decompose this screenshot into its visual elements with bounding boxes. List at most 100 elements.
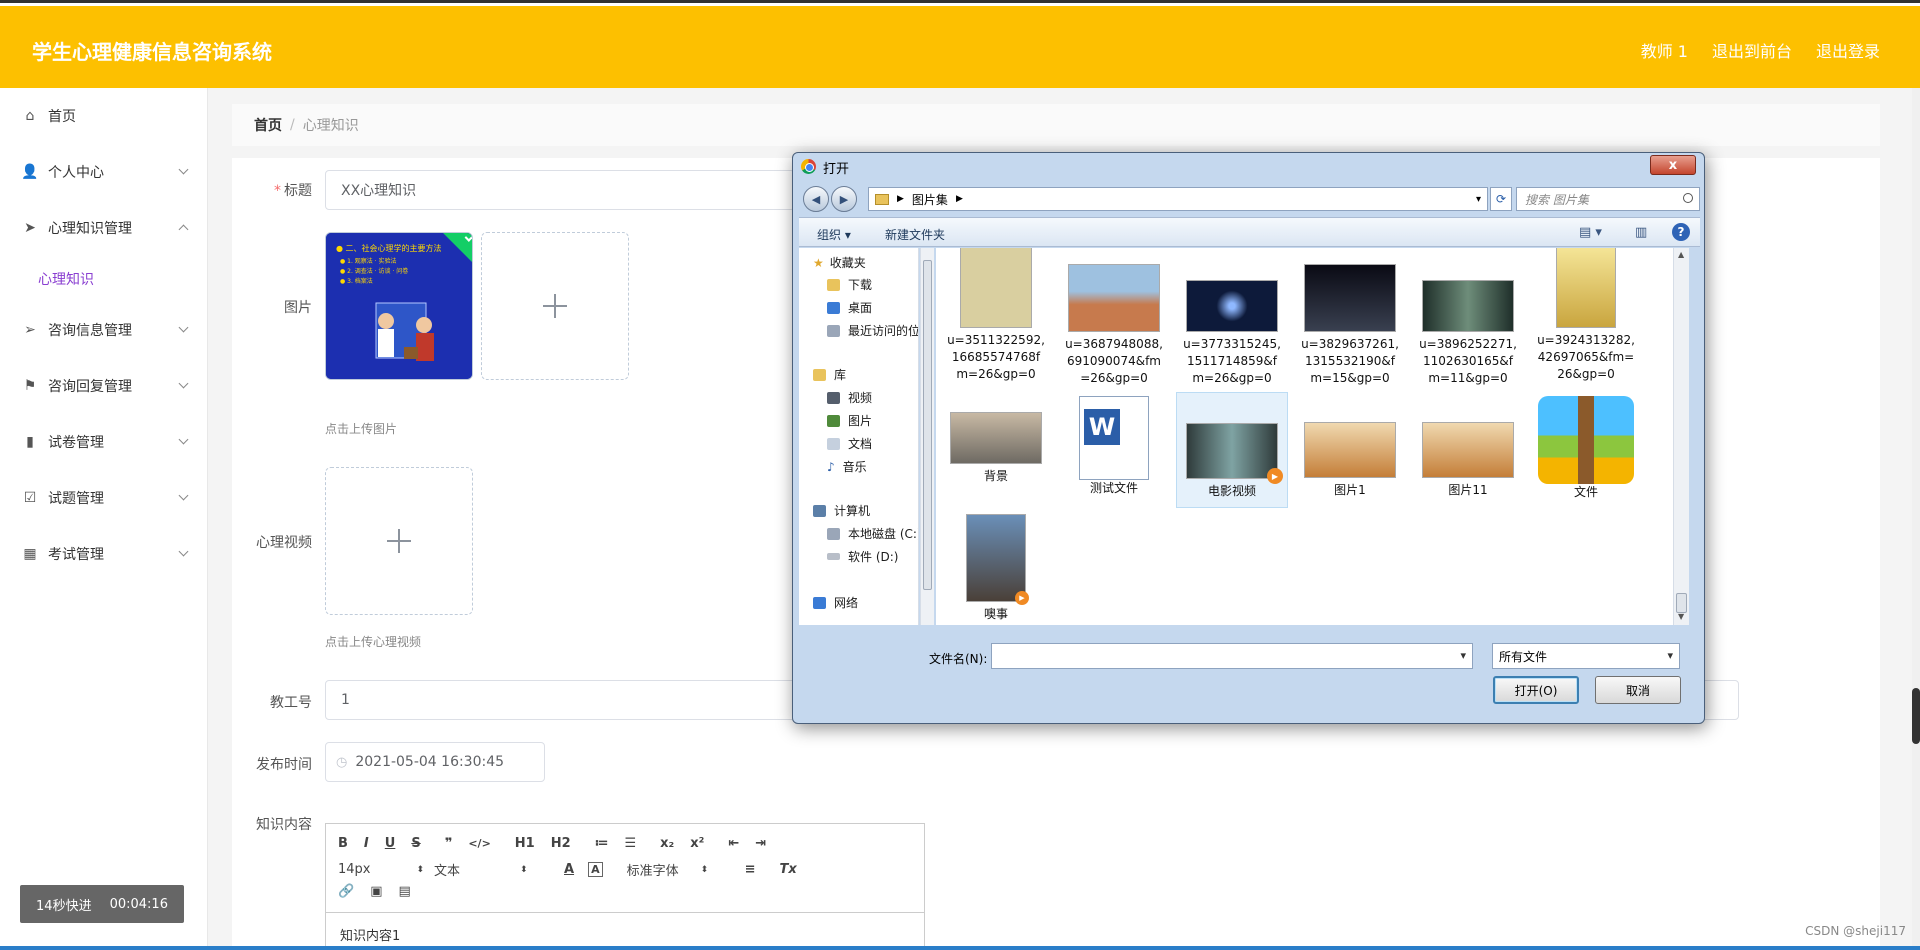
sidebar: ⌂ 首页 👤 个人中心 ➤ 心理知识管理 心理知识 ➢ 咨询信息管理 ⚑ 咨询回… xyxy=(0,88,208,950)
sidebar-item-paper-management[interactable]: ▮ 试卷管理 xyxy=(0,414,207,470)
image-label: 图片 xyxy=(284,300,312,316)
font-family-select[interactable]: 标准字体 ⬍ xyxy=(627,860,737,879)
sidebar-item-consult-info[interactable]: ➢ 咨询信息管理 xyxy=(0,302,207,358)
bold-button[interactable]: B xyxy=(338,836,348,851)
file-item[interactable]: u=3511322592, 16685574768f m=26&gp=0 xyxy=(940,248,1052,383)
fast-forward-timer[interactable]: 14秒快进 00:04:16 xyxy=(20,885,184,923)
dialog-search-input[interactable]: 搜索 图片集 xyxy=(1516,187,1700,211)
sidebar-item-personal-center[interactable]: 👤 个人中心 xyxy=(0,144,207,200)
tree-favorites[interactable]: ★ 收藏夹 xyxy=(813,254,866,271)
font-size-select[interactable]: 14px ⬍ xyxy=(338,862,426,877)
heading2-button[interactable]: H2 xyxy=(551,836,571,851)
tree-drive-c[interactable]: 本地磁盘 (C:) xyxy=(827,525,918,542)
file-item[interactable]: ▶ 噢事 xyxy=(940,514,1052,623)
tree-recent-places[interactable]: 最近访问的位置 xyxy=(827,322,918,339)
sidebar-item-home[interactable]: ⌂ 首页 xyxy=(0,88,207,144)
sidebar-item-question-management[interactable]: ☑ 试题管理 xyxy=(0,470,207,526)
file-item[interactable]: u=3687948088, 691090074&fm =26&gp=0 xyxy=(1058,248,1170,387)
ordered-list-button[interactable]: ≔ xyxy=(595,836,609,851)
code-block-button[interactable]: </> xyxy=(468,837,490,850)
editor-content[interactable]: 知识内容1 xyxy=(326,912,924,950)
filetype-select[interactable]: 所有文件 xyxy=(1492,643,1680,669)
heading1-button[interactable]: H1 xyxy=(515,836,535,851)
tree-desktop[interactable]: 桌面 xyxy=(827,299,872,316)
text-type-select[interactable]: 文本 ⬍ xyxy=(434,860,552,879)
indent-button[interactable]: ⇥ xyxy=(755,836,766,851)
tree-network[interactable]: 网络 xyxy=(813,594,858,611)
breadcrumb-home[interactable]: 首页 xyxy=(254,115,282,135)
file-item[interactable]: W 测试文件 xyxy=(1058,396,1170,497)
title-input[interactable]: XX心理知识 xyxy=(325,170,795,210)
forward-button[interactable]: ▶ xyxy=(831,186,857,212)
subscript-button[interactable]: x₂ xyxy=(660,836,674,851)
sidebar-item-consult-reply[interactable]: ⚑ 咨询回复管理 xyxy=(0,358,207,414)
address-bar[interactable]: ▶ 图片集 ▶ ▾ xyxy=(868,187,1488,211)
publish-time-picker[interactable]: ◷ 2021-05-04 16:30:45 xyxy=(325,742,545,782)
refresh-button[interactable]: ⟳ xyxy=(1490,187,1512,211)
dialog-close-button[interactable]: x xyxy=(1650,155,1696,175)
tree-downloads[interactable]: 下载 xyxy=(827,276,872,293)
tree-videos[interactable]: 视频 xyxy=(827,389,872,406)
image-upload-box[interactable] xyxy=(481,232,629,380)
open-button[interactable]: 打开(O) xyxy=(1493,676,1579,704)
send-icon: ➤ xyxy=(24,220,36,236)
file-item[interactable]: u=3773315245, 1511714859&f m=26&gp=0 xyxy=(1176,248,1288,387)
grid-icon: ▦ xyxy=(23,546,37,562)
cancel-button[interactable]: 取消 xyxy=(1595,676,1681,704)
file-item[interactable]: 文件 xyxy=(1530,396,1642,501)
open-file-dialog: 打开 x ◀ ▶ ▶ 图片集 ▶ ▾ ⟳ 搜索 图片集 组织 ▾ 新建文件夹 ▤… xyxy=(792,152,1705,724)
file-item[interactable]: u=3896252271, 1102630165&f m=11&gp=0 xyxy=(1412,248,1524,387)
image-icon[interactable]: ▣ xyxy=(370,884,382,899)
svg-text:● 2. 调查法 · 访谈 · 问卷: ● 2. 调查法 · 访谈 · 问卷 xyxy=(340,267,408,275)
logout-link[interactable]: 退出登录 xyxy=(1816,38,1880,62)
tree-computer[interactable]: 计算机 xyxy=(813,502,870,519)
tree-drive-d[interactable]: 软件 (D:) xyxy=(827,548,898,565)
bullet-list-button[interactable]: ☰ xyxy=(624,836,636,851)
file-item[interactable]: 图片1 xyxy=(1294,396,1406,499)
file-item[interactable]: 图片11 xyxy=(1412,396,1524,499)
link-icon[interactable]: 🔗 xyxy=(338,884,354,899)
sidebar-item-label: 考试管理 xyxy=(48,547,104,563)
strike-button[interactable]: S xyxy=(411,836,420,851)
superscript-button[interactable]: x² xyxy=(690,836,704,851)
file-item-selected[interactable]: ▶ 电影视频 xyxy=(1176,392,1288,508)
video-upload-box[interactable] xyxy=(325,467,473,615)
path-dropdown-icon[interactable]: ▾ xyxy=(1476,194,1481,205)
file-list-scrollbar[interactable]: ▲ ▼ xyxy=(1673,248,1689,625)
blockquote-button[interactable]: ❞ xyxy=(445,836,453,851)
uploaded-image-thumbnail[interactable]: ● 二、社会心理学的主要方法 ● 1. 观察法 · 实验法 ● 2. 调查法 ·… xyxy=(325,232,473,380)
organize-button[interactable]: 组织 ▾ xyxy=(817,226,851,243)
preview-pane-icon[interactable]: ▥ xyxy=(1635,225,1647,240)
sidebar-item-knowledge-management[interactable]: ➤ 心理知识管理 xyxy=(0,200,207,256)
tree-library[interactable]: 库 xyxy=(813,366,846,383)
outdent-button[interactable]: ⇤ xyxy=(728,836,739,851)
align-button[interactable]: ≡ xyxy=(745,862,756,877)
italic-button[interactable]: I xyxy=(364,836,369,851)
filename-input[interactable] xyxy=(991,643,1473,669)
image-upload-hint: 点击上传图片 xyxy=(325,422,398,436)
exit-to-front-link[interactable]: 退出到前台 xyxy=(1712,38,1792,62)
tree-music[interactable]: ♪ 音乐 xyxy=(827,458,867,475)
page-scrollbar[interactable] xyxy=(1912,88,1920,950)
background-color-button[interactable]: A xyxy=(588,862,603,877)
help-icon[interactable]: ? xyxy=(1672,223,1690,241)
file-item[interactable]: u=3924313282, 42697065&fm= 26&gp=0 xyxy=(1530,248,1642,383)
font-color-button[interactable]: A xyxy=(564,862,574,877)
tree-documents[interactable]: 文档 xyxy=(827,435,872,452)
new-folder-button[interactable]: 新建文件夹 xyxy=(885,226,945,243)
plus-icon xyxy=(387,529,411,553)
tree-pictures[interactable]: 图片 xyxy=(827,412,872,429)
current-user-link[interactable]: 教师 1 xyxy=(1641,38,1688,62)
nav-pane-scrollbar[interactable] xyxy=(920,248,934,625)
back-button[interactable]: ◀ xyxy=(803,186,829,212)
file-item[interactable]: u=3829637261, 1315532190&f m=15&gp=0 xyxy=(1294,248,1406,387)
clear-format-button[interactable]: Tx xyxy=(779,862,796,877)
video-icon[interactable]: ▤ xyxy=(398,884,410,899)
underline-button[interactable]: U xyxy=(385,836,396,851)
sidebar-subitem-knowledge[interactable]: 心理知识 xyxy=(0,256,207,302)
view-options-icon[interactable]: ▤ ▾ xyxy=(1579,225,1602,240)
plus-icon xyxy=(543,294,567,318)
file-item[interactable]: 背景 xyxy=(940,396,1052,485)
sidebar-item-exam-management[interactable]: ▦ 考试管理 xyxy=(0,526,207,582)
path-segment[interactable]: 图片集 xyxy=(912,191,948,208)
